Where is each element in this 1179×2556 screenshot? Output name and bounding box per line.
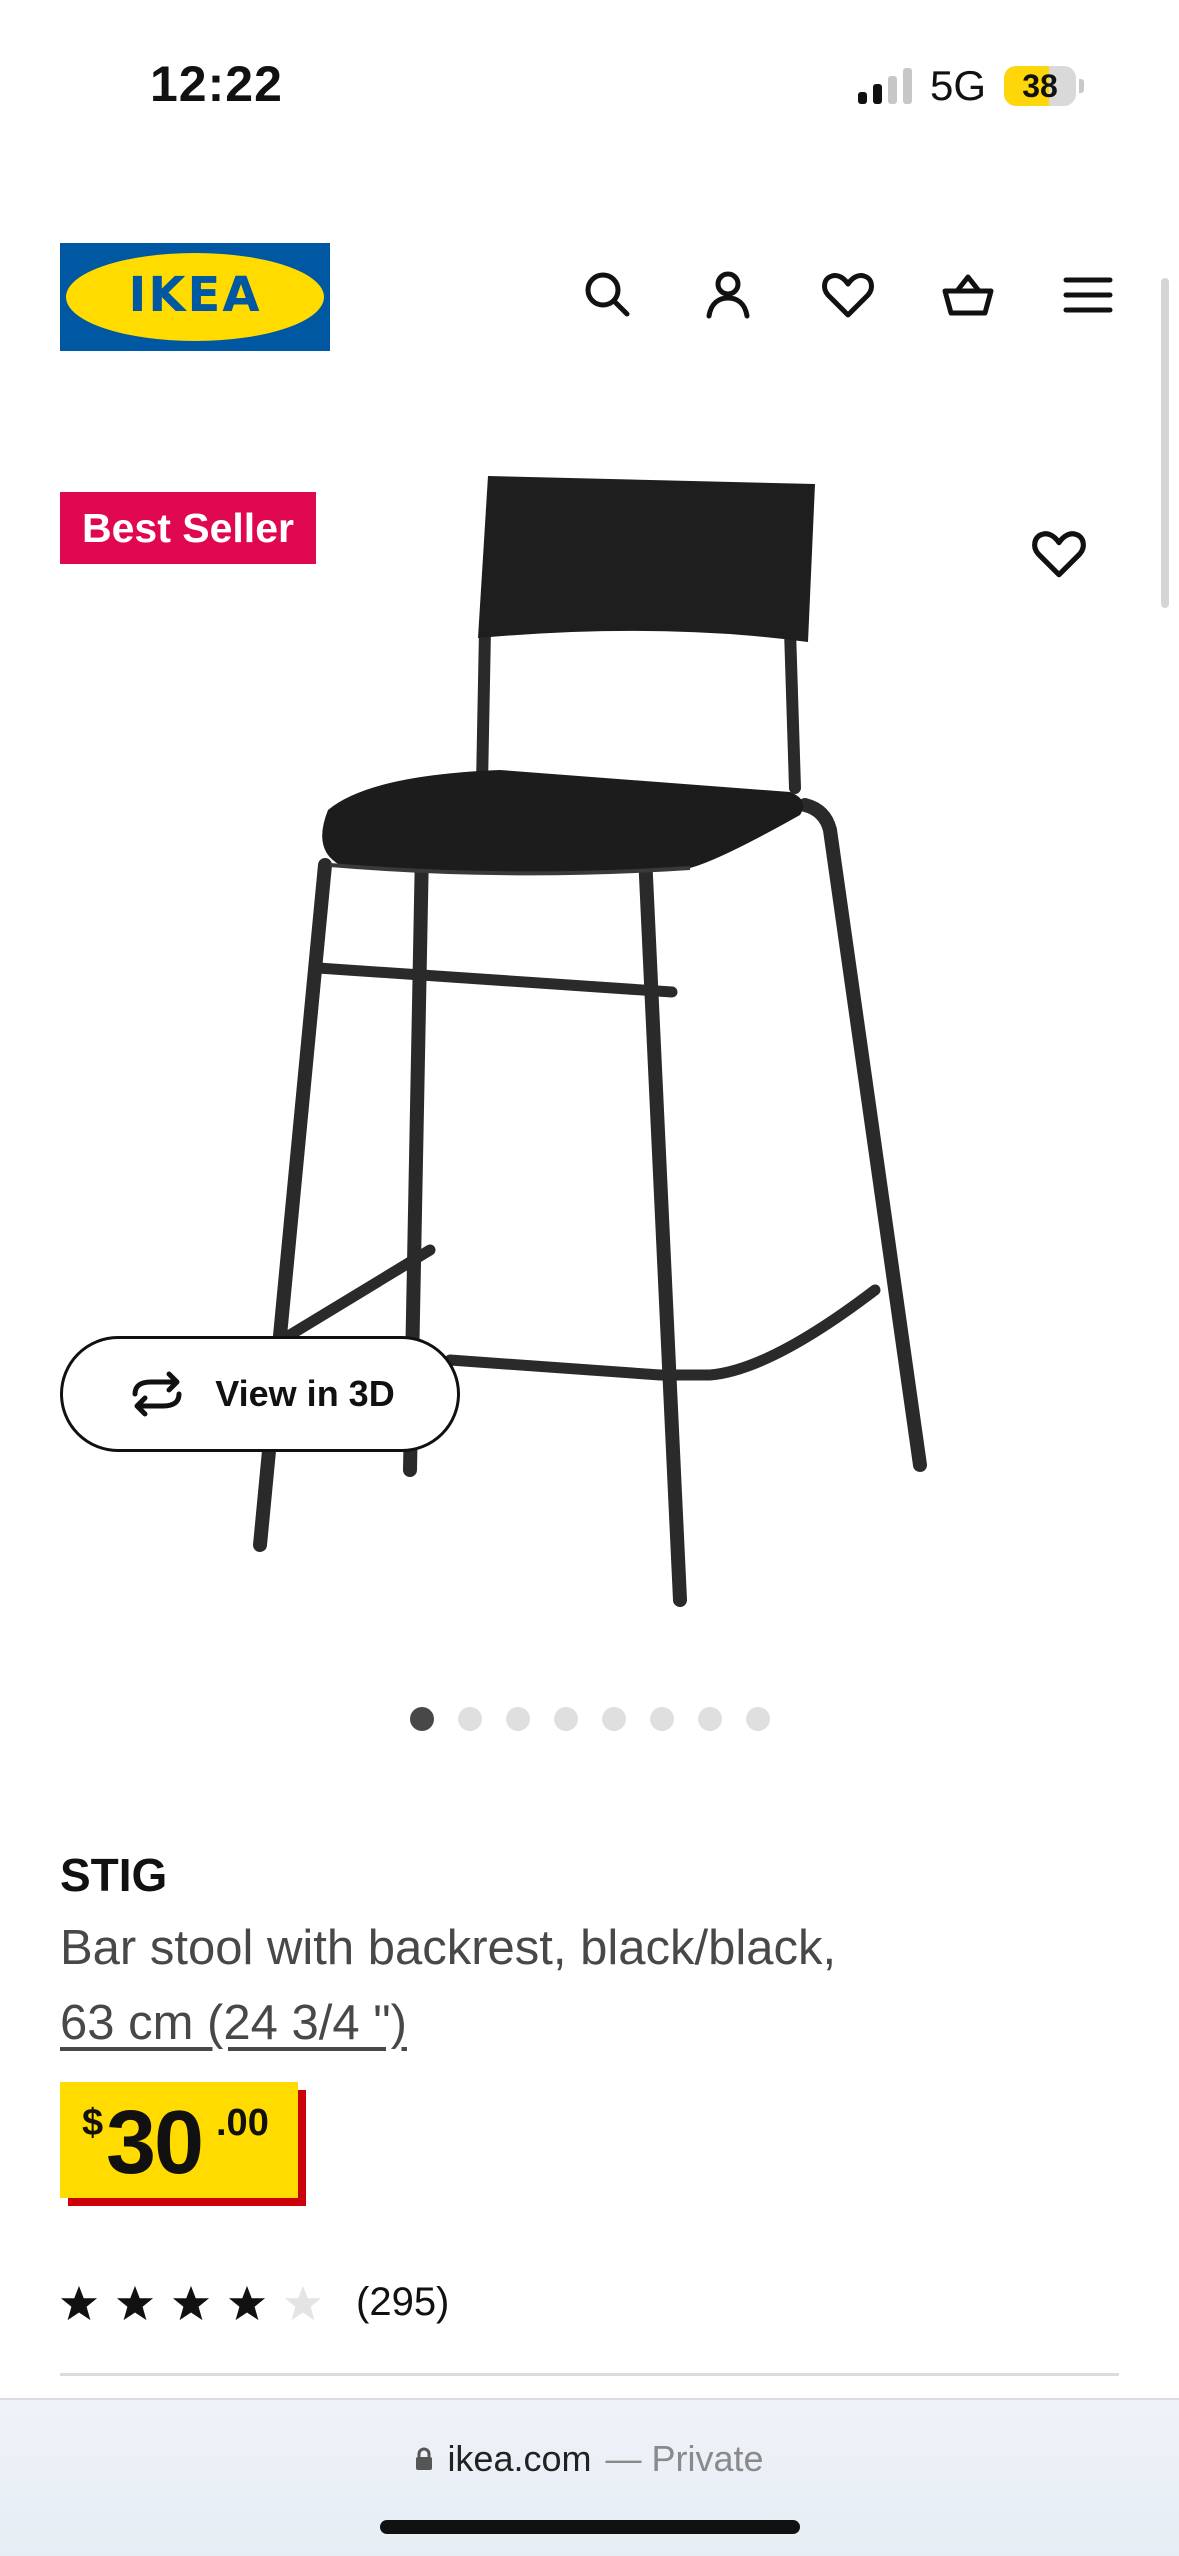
price-integer: 30 xyxy=(106,2093,204,2193)
logo-text: IKEA xyxy=(128,267,262,323)
menu-icon[interactable] xyxy=(1058,265,1118,325)
carousel-dot[interactable] xyxy=(650,1707,674,1731)
carousel-dot[interactable] xyxy=(746,1707,770,1731)
carousel-dots[interactable] xyxy=(410,1707,770,1731)
star-icon xyxy=(172,2285,210,2320)
scrollbar[interactable] xyxy=(1161,278,1169,608)
carousel-dot[interactable] xyxy=(458,1707,482,1731)
wishlist-icon[interactable] xyxy=(818,265,878,325)
status-time: 12:22 xyxy=(150,56,283,112)
divider xyxy=(60,2373,1119,2376)
view-in-3d-label: View in 3D xyxy=(215,1373,395,1414)
home-indicator[interactable] xyxy=(380,2520,800,2534)
signal-icon xyxy=(857,68,912,104)
star-icon xyxy=(228,2285,266,2320)
product-size-link[interactable]: 63 cm (24 3/4 ") xyxy=(60,1995,407,2051)
star-icon xyxy=(60,2285,98,2320)
cart-icon[interactable] xyxy=(938,265,998,325)
carousel-dot[interactable] xyxy=(410,1707,434,1731)
ikea-logo[interactable]: IKEA xyxy=(60,243,330,351)
heart-icon xyxy=(1032,531,1086,578)
carousel-dot[interactable] xyxy=(554,1707,578,1731)
network-type: 5G xyxy=(929,62,986,109)
rating-stars xyxy=(60,2284,322,2322)
star-icon xyxy=(116,2285,154,2320)
rotate-3d-icon xyxy=(132,1371,182,1417)
view-in-3d-button[interactable]: View in 3D xyxy=(60,1336,460,1452)
account-icon[interactable] xyxy=(698,265,758,325)
product-description: Bar stool with backrest, black/black, xyxy=(60,1921,837,1975)
price-tag: $ 30 .00 xyxy=(60,2082,298,2198)
star-icon xyxy=(284,2285,322,2320)
lock-icon xyxy=(416,2447,433,2470)
carousel-dot[interactable] xyxy=(602,1707,626,1731)
price-currency: $ xyxy=(82,2102,104,2144)
favorite-button[interactable] xyxy=(1025,520,1093,588)
carousel-dot[interactable] xyxy=(506,1707,530,1731)
price-decimal: .00 xyxy=(216,2102,269,2144)
product-name: STIG xyxy=(60,1849,168,1901)
url-display[interactable]: ikea.com — Private xyxy=(0,2438,1179,2480)
rating-count: (295) xyxy=(356,2280,450,2324)
battery-icon: 38 xyxy=(1004,66,1084,106)
search-icon[interactable] xyxy=(578,265,638,325)
carousel-dot[interactable] xyxy=(698,1707,722,1731)
rating[interactable]: (295) xyxy=(60,2280,449,2325)
url-domain: ikea.com xyxy=(447,2438,592,2479)
battery-level: 38 xyxy=(1022,68,1058,104)
private-mode-label: — Private xyxy=(605,2438,764,2479)
status-indicators: 5G 38 xyxy=(857,62,1084,110)
